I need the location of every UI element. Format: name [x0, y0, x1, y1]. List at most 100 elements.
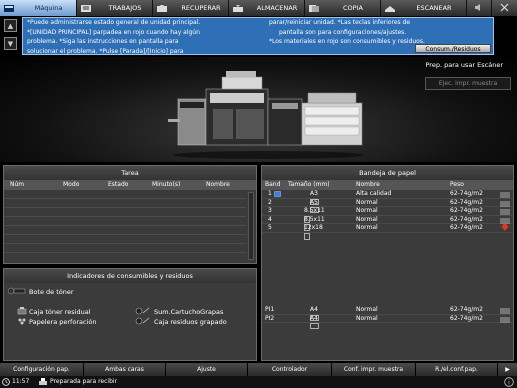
tab-retrieve[interactable]: RECUPERAR	[153, 0, 229, 16]
tray-size: 8.5x11	[288, 207, 356, 223]
column-header: Nombre	[356, 181, 380, 188]
tray-size-text: 8.5x11	[304, 207, 325, 214]
tray-row-5[interactable]: 5 12x18 Normal 62-74g/m2	[262, 224, 513, 240]
column-header: Estado	[108, 181, 129, 188]
scanner-status-text: Prep. para usar Escáner	[425, 61, 504, 69]
tray-row-4[interactable]: 4 8.5x11 Normal 62-74g/m2	[262, 215, 513, 231]
tray-number: 2	[268, 198, 272, 206]
close-panel-button[interactable]	[492, 0, 517, 16]
consumables-waste-button[interactable]: Consum./Residuos	[415, 44, 491, 53]
paper-weight: 62-74g/m2	[450, 215, 483, 223]
svg-text:i: i	[508, 380, 510, 387]
task-table-header: Núm Modo Estado Minuto(s) Nombre usuario	[4, 180, 256, 198]
tab-jobs[interactable]: TRABAJOS	[77, 0, 153, 16]
table-row[interactable]	[4, 244, 246, 253]
paper-name: Normal	[356, 314, 378, 322]
paper-profile-button[interactable]: R./el.conf.pap.	[416, 363, 498, 376]
tab-copy-label: COPIA	[343, 4, 363, 12]
table-row[interactable]	[4, 199, 246, 208]
tray-row-1[interactable]: 1 A3 Alta calidad 62-74g/m2	[262, 190, 513, 205]
task-scrollbar[interactable]	[248, 192, 254, 260]
staple-waste-icon	[135, 317, 151, 327]
printer-ready-icon	[38, 378, 48, 388]
message-scroll-down-button[interactable]: ▼	[4, 37, 17, 50]
toner-bottle-indicator: Bote de tóner	[7, 287, 74, 297]
table-row[interactable]	[4, 235, 246, 244]
store-icon	[232, 4, 244, 13]
table-row[interactable]	[4, 190, 246, 199]
tray-size: A4	[288, 315, 356, 329]
arrow-right-icon: ▶	[505, 366, 510, 373]
staple-cartridge-indicator: Sum.CartuchoGrapas	[135, 307, 223, 317]
tray-size: A5	[288, 199, 356, 213]
bottom-button-bar: Configuración pap. Ambas caras Ajuste Co…	[0, 363, 517, 376]
tray-row-2[interactable]: 2 A5 Normal 62-74g/m2	[262, 198, 513, 213]
next-page-button[interactable]: ▶	[498, 363, 517, 376]
tray-size: 12x18	[288, 224, 356, 240]
table-row[interactable]	[4, 208, 246, 217]
message-line: *[UNIDAD PRINCIPAL] parpadea en rojo cua…	[27, 28, 200, 36]
paper-tray-panel-title: Bandeja de papel	[262, 166, 513, 180]
tray-size-text: A4	[310, 306, 318, 313]
tray-size-text: A3	[310, 190, 318, 197]
tab-scan-label: ESCANEAR	[416, 4, 452, 12]
duplex-button[interactable]: Ambas caras	[84, 363, 166, 376]
portrait-feed-icon	[304, 232, 310, 240]
message-line: pantalla son para configuraciones/ajuste…	[279, 28, 407, 36]
tab-copy[interactable]: COPIA	[305, 0, 381, 16]
paper-settings-button[interactable]: Configuración pap.	[0, 363, 84, 376]
consumables-panel-title: Indicadores de consumibles y residuos	[4, 269, 256, 283]
column-header: Peso	[450, 181, 464, 188]
speaker-button[interactable]	[467, 0, 492, 16]
punch-waste-indicator: Papelera perforación	[17, 317, 96, 327]
residual-toner-icon	[17, 307, 27, 317]
table-row[interactable]	[4, 217, 246, 226]
toner-bottle-label: Bote de tóner	[29, 288, 74, 296]
message-scroll-up-button[interactable]: ▲	[4, 19, 17, 32]
close-icon	[500, 3, 509, 14]
staple-cartridge-icon	[135, 307, 151, 317]
tray-row-pi1[interactable]: PI1 A4 Normal 62-74g/m2	[262, 306, 513, 321]
speaker-icon	[474, 3, 484, 14]
retrieve-icon	[156, 4, 168, 13]
tray-size: A4	[288, 306, 356, 321]
tray-size: A3	[288, 190, 356, 205]
help-message-area: *Puede administrarse estado general de u…	[22, 17, 494, 55]
machine-icon	[3, 4, 15, 13]
tab-store-label: ALMACENAR	[256, 4, 298, 12]
tray-size-text: 8.5x11	[304, 215, 325, 223]
message-line: *Puede administrarse estado general de u…	[27, 19, 201, 26]
tab-scan[interactable]: ESCANEAR	[381, 0, 467, 16]
residual-toner-indicator: Caja tóner residual	[17, 307, 91, 317]
adjustment-button[interactable]: Ajuste	[166, 363, 248, 376]
paper-tray-panel: Bandeja de papel Band Tamaño (mm) Nombre…	[261, 165, 514, 361]
tray-number: 3	[268, 207, 272, 214]
column-header: Minuto(s)	[152, 181, 181, 188]
task-list	[4, 190, 246, 253]
tray-number: 4	[268, 215, 272, 223]
sample-print-settings-button[interactable]: Conf. impr. muestra	[332, 363, 416, 376]
insertion-tray-list: PI1 A4 Normal 62-74g/m2 PI2 A4 Normal 62…	[262, 306, 513, 329]
jobs-icon	[80, 4, 92, 13]
controller-button[interactable]: Controlador	[248, 363, 332, 376]
tray-number: PI1	[265, 306, 275, 313]
tray-row-pi2[interactable]: PI2 A4 Normal 62-74g/m2	[262, 314, 513, 329]
staple-cartridge-label: Sum.CartuchoGrapas	[154, 308, 224, 316]
staple-waste-indicator: Caja residuos grapado	[135, 317, 227, 327]
tab-machine-label: Máquina	[34, 4, 63, 12]
message-line: solucionar el problema. *Pulse [Parada]/…	[27, 47, 184, 55]
info-icon[interactable]: i	[504, 377, 514, 388]
column-header: Nombre usuario	[206, 181, 230, 198]
table-row[interactable]	[4, 226, 246, 235]
tray-number-text: 1	[268, 189, 272, 197]
machine-illustration[interactable]	[168, 69, 368, 159]
tray-number: 1	[262, 190, 288, 198]
print-sample-button[interactable]: Ejec. impr. muestra	[425, 77, 511, 90]
staple-waste-label: Caja residuos grapado	[154, 318, 227, 326]
column-header: Núm	[10, 181, 25, 188]
message-line: *Los materiales en rojo son consumibles …	[269, 38, 425, 45]
tab-store[interactable]: ALMACENAR	[229, 0, 305, 16]
tab-machine[interactable]: Máquina	[0, 0, 77, 16]
tray-row-3[interactable]: 3 8.5x11 Normal 62-74g/m2	[262, 207, 513, 223]
message-column-left: *Puede administrarse estado general de u…	[27, 18, 200, 56]
